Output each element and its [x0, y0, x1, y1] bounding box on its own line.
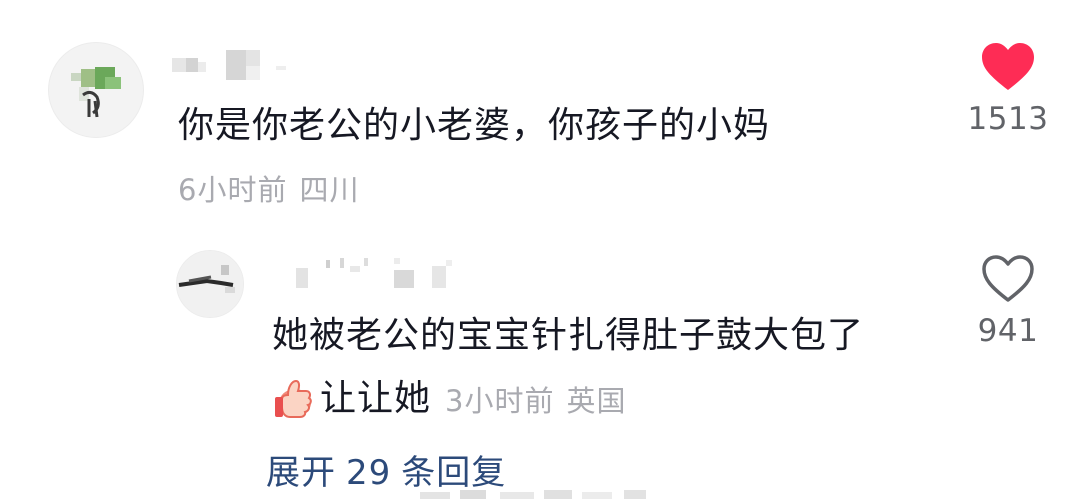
comment-location: 四川 [299, 173, 360, 207]
expand-prefix: 展开 [266, 453, 336, 493]
reply-extra-line: 让让她 3小时前 英国 [272, 376, 626, 422]
like-count: 1513 [967, 101, 1049, 137]
avatar-image [71, 67, 121, 118]
reply-avatar-image [177, 251, 243, 317]
reply-like-button[interactable]: 941 [948, 254, 1068, 350]
comment-meta: 6小时前 四川 [178, 172, 359, 208]
heart-outline-icon[interactable] [980, 254, 1036, 304]
cut-off-next-line [420, 484, 680, 499]
reply-time: 3小时前 [445, 384, 555, 418]
avatar[interactable] [48, 42, 144, 138]
reply-meta: 3小时前 英国 [445, 378, 626, 420]
reply-text: 她被老公的宝宝针扎得肚子鼓大包了 [272, 315, 865, 356]
comment-text: 你是你老公的小老婆，你孩子的小妈 [178, 105, 771, 146]
heart-filled-icon[interactable] [980, 42, 1036, 92]
comment-time: 6小时前 [178, 173, 288, 207]
reply-avatar[interactable] [176, 250, 244, 318]
reply-blurred-name-image [296, 258, 452, 288]
blurred-name-image [172, 50, 286, 80]
expand-count: 29 [346, 453, 392, 493]
reply-username-blurred[interactable] [290, 256, 470, 290]
cut-off-text-fragment [420, 490, 646, 499]
reply-location: 英国 [566, 384, 627, 418]
username-blurred[interactable] [172, 48, 292, 82]
reply-like-count: 941 [977, 313, 1039, 349]
reply-suffix-text: 让让她 [320, 378, 432, 419]
like-button[interactable]: 1513 [948, 42, 1068, 138]
thumbs-up-emoji-icon [275, 379, 312, 418]
